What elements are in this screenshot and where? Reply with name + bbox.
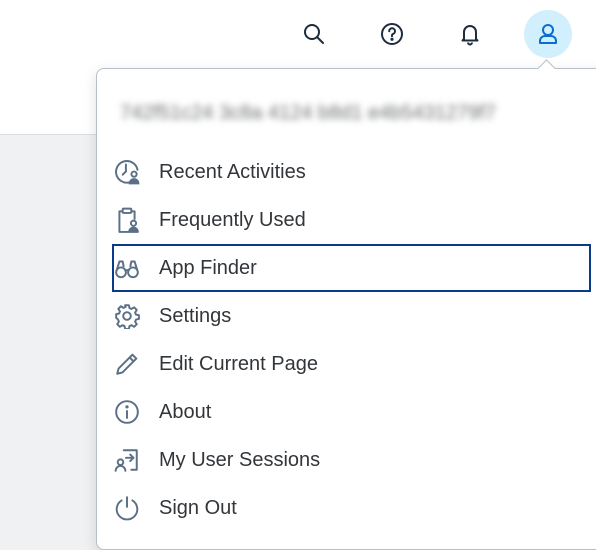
search-button[interactable]: [290, 10, 338, 58]
menu-item-about[interactable]: About: [112, 388, 592, 436]
menu-item-label: Settings: [159, 304, 232, 327]
menu-item-my-user-sessions[interactable]: My User Sessions: [112, 436, 592, 484]
notifications-button[interactable]: [446, 10, 494, 58]
menu-item-label: Recent Activities: [159, 160, 306, 183]
app-finder-binoculars-icon: [113, 254, 141, 282]
menu-item-sign-out[interactable]: Sign Out: [112, 484, 592, 532]
menu-item-label: About: [159, 400, 212, 423]
menu-item-frequently-used[interactable]: Frequently Used: [112, 196, 592, 244]
edit-pencil-icon: [113, 350, 141, 378]
user-sessions-icon: [113, 446, 141, 474]
user-menu-list: Recent Activities Frequently Used App Fi: [112, 148, 592, 532]
settings-gear-icon: [113, 302, 141, 330]
header-actions: [290, 10, 572, 58]
help-icon: [381, 23, 403, 45]
user-avatar-button[interactable]: [524, 10, 572, 58]
frequently-used-icon: [113, 206, 141, 234]
menu-item-settings[interactable]: Settings: [112, 292, 592, 340]
search-icon: [304, 24, 324, 44]
help-button[interactable]: [368, 10, 416, 58]
menu-item-label: My User Sessions: [159, 448, 321, 471]
menu-item-label: Frequently Used: [159, 208, 306, 231]
about-info-icon: [113, 398, 141, 426]
menu-item-label: Edit Current Page: [159, 352, 318, 375]
recent-activities-icon: [113, 158, 141, 186]
user-name: 742f51c24 3c8a 4124 b8d1 e4b5431279f7: [120, 102, 496, 124]
notifications-bell-icon: [461, 25, 479, 46]
menu-item-label: Sign Out: [159, 496, 237, 519]
menu-item-app-finder[interactable]: App Finder: [112, 244, 591, 292]
menu-item-edit-current-page[interactable]: Edit Current Page: [112, 340, 592, 388]
menu-item-recent-activities[interactable]: Recent Activities: [112, 148, 592, 196]
sign-out-power-icon: [113, 494, 141, 522]
user-avatar-icon: [539, 24, 557, 44]
menu-item-label: App Finder: [159, 256, 257, 279]
